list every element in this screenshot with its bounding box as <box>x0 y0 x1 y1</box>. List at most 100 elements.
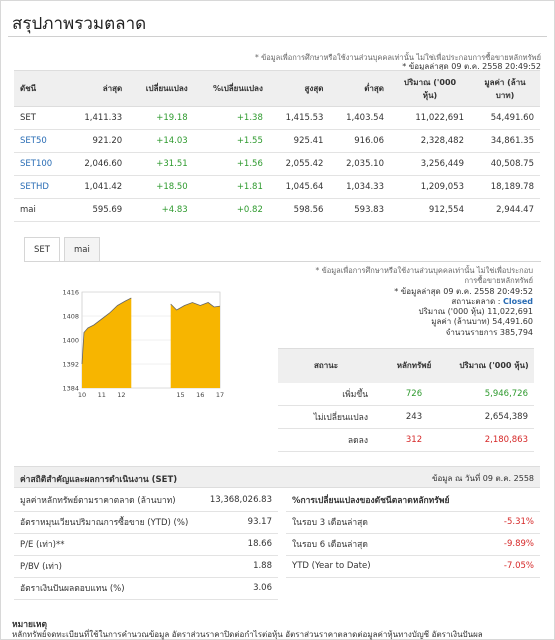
col-volume: ปริมาณ ('000 หุ้น) <box>390 70 470 107</box>
index-high: 598.56 <box>268 198 330 222</box>
index-name[interactable]: SET50 <box>14 129 68 153</box>
stats-date: ข้อมูล ณ วันที่ 09 ต.ค. 2558 <box>432 474 534 483</box>
stat-value: 18.66 <box>201 533 278 556</box>
stats-title: ค่าสถิติสำคัญและผลการดำเนินงาน (SET) <box>20 475 178 485</box>
stat-row: มูลค่าหลักทรัพย์ตามราคาตลาด (ล้านบาท) 13,… <box>14 489 278 512</box>
index-high: 925.41 <box>268 129 330 153</box>
index-change-title: %การเปลี่ยนแปลงของดัชนีตลาดหลักทรัพย์ <box>286 489 540 512</box>
y-tick-label: 1384 <box>62 385 79 393</box>
index-value: 54,491.60 <box>470 106 540 130</box>
breadth-count: 243 <box>374 405 454 429</box>
index-name[interactable]: SETHD <box>14 175 68 199</box>
col-last: ล่าสุด <box>67 70 129 107</box>
info-disclaimer-2: การซื้อขายหลักทรัพย์ <box>464 276 534 286</box>
index-volume: 912,554 <box>390 198 470 222</box>
index-row: SET 1,411.33 +19.18 +1.38 1,415.53 1,403.54 11… <box>14 106 540 130</box>
intraday-chart: 1416 1408 1400 1392 1384 10 11 12 15 16 17 <box>60 284 230 404</box>
index-volume: 1,209,053 <box>390 175 470 199</box>
title-divider <box>8 36 547 37</box>
stat-label: P/E (เท่า)** <box>14 533 202 556</box>
stat-row: อัตราหมุนเวียนปริมาณการซื้อขาย (YTD) (%)… <box>14 511 278 534</box>
index-pct-change: +1.56 <box>193 152 269 176</box>
y-tick-label: 1392 <box>62 361 79 369</box>
market-breadth-table: สถานะ หลักทรัพย์ ปริมาณ ('000 หุ้น) เพิ่… <box>278 348 534 452</box>
breadth-col-status: สถานะ <box>278 348 374 383</box>
key-stats-table: มูลค่าหลักทรัพย์ตามราคาตลาด (ล้านบาท) 13,… <box>14 489 278 600</box>
index-change-label: YTD (Year to Date) <box>286 555 460 578</box>
x-tick-label: 17 <box>216 391 224 399</box>
index-change: +19.18 <box>128 106 194 130</box>
index-change: +4.83 <box>128 198 194 222</box>
info-asof: * ข้อมูลล่าสุด 09 ต.ค. 2558 20:49:52 <box>394 286 533 296</box>
index-row[interactable]: SETHD 1,041.42 +18.50 +1.81 1,045.64 1,034.33… <box>14 175 540 199</box>
breadth-label: ลดลง <box>278 428 374 452</box>
stat-label: มูลค่าหลักทรัพย์ตามราคาตลาด (ล้านบาท) <box>14 489 202 512</box>
breadth-label: ไม่เปลี่ยนแปลง <box>278 405 374 429</box>
breadth-row: ไม่เปลี่ยนแปลง 243 2,654,389 <box>278 405 534 429</box>
index-change-title-row: %การเปลี่ยนแปลงของดัชนีตลาดหลักทรัพย์ <box>286 489 540 512</box>
index-table-header: ดัชนี ล่าสุด เปลี่ยนแปลง %เปลี่ยนแปลง สู… <box>14 70 540 107</box>
index-row[interactable]: SET100 2,046.60 +31.51 +1.56 2,055.42 2,035.1… <box>14 152 540 176</box>
col-low: ต่ำสุด <box>329 70 390 107</box>
index-change-table: %การเปลี่ยนแปลงของดัชนีตลาดหลักทรัพย์ ใน… <box>286 489 540 578</box>
tab-set[interactable]: SET <box>24 237 60 262</box>
stat-value: 1.88 <box>201 555 278 578</box>
index-name: SET <box>14 106 68 130</box>
index-value: 18,189.78 <box>470 175 540 199</box>
stat-value: 13,368,026.83 <box>201 489 278 512</box>
index-pct-change: +1.38 <box>193 106 269 130</box>
index-high: 1,415.53 <box>268 106 330 130</box>
x-tick-label: 12 <box>117 391 125 399</box>
index-change-value: -9.89% <box>459 533 540 556</box>
stat-label: อัตราเงินปันผลตอบแทน (%) <box>14 577 202 600</box>
x-tick-label: 11 <box>98 391 106 399</box>
y-tick-label: 1408 <box>62 313 79 321</box>
stats-header: ค่าสถิติสำคัญและผลการดำเนินงาน (SET) ข้อ… <box>14 466 540 488</box>
index-value: 2,944.47 <box>470 198 540 222</box>
breadth-header: สถานะ หลักทรัพย์ ปริมาณ ('000 หุ้น) <box>278 348 534 383</box>
index-change-row: ในรอบ 3 เดือนล่าสุด -5.31% <box>286 511 540 534</box>
index-volume: 11,022,691 <box>390 106 470 130</box>
stat-row: P/BV (เท่า) 1.88 <box>14 555 278 578</box>
tab-divider <box>24 261 541 262</box>
breadth-volume: 5,946,726 <box>454 382 534 406</box>
breadth-col-volume: ปริมาณ ('000 หุ้น) <box>454 348 534 383</box>
breadth-count: 726 <box>374 382 454 406</box>
stat-label: อัตราหมุนเวียนปริมาณการซื้อขาย (YTD) (%) <box>14 511 202 534</box>
index-row: mai 595.69 +4.83 +0.82 598.56 593.83 912,554 2,… <box>14 198 540 222</box>
col-change: เปลี่ยนแปลง <box>128 70 194 107</box>
breadth-count: 312 <box>374 428 454 452</box>
index-change-value: -7.05% <box>459 555 540 578</box>
breadth-col-count: หลักทรัพย์ <box>374 348 454 383</box>
index-low: 916.06 <box>329 129 390 153</box>
index-pct-change: +1.81 <box>193 175 269 199</box>
index-last: 2,046.60 <box>67 152 129 176</box>
index-table: ดัชนี ล่าสุด เปลี่ยนแปลง %เปลี่ยนแปลง สู… <box>14 70 540 222</box>
index-value: 34,861.35 <box>470 129 540 153</box>
index-change: +31.51 <box>128 152 194 176</box>
index-low: 1,034.33 <box>329 175 390 199</box>
index-last: 1,041.42 <box>67 175 129 199</box>
index-row[interactable]: SET50 921.20 +14.03 +1.55 925.41 916.06 2,328,… <box>14 129 540 153</box>
index-high: 2,055.42 <box>268 152 330 176</box>
index-change: +18.50 <box>128 175 194 199</box>
info-disclaimer-1: * ข้อมูลเพื่อการศึกษาหรือใช้งานส่วนบุคคล… <box>315 266 533 275</box>
stat-label: P/BV (เท่า) <box>14 555 202 578</box>
tab-mai[interactable]: mai <box>64 237 100 262</box>
index-change-label: ในรอบ 3 เดือนล่าสุด <box>286 511 460 534</box>
index-pct-change: +1.55 <box>193 129 269 153</box>
remark-text: หลักทรัพย์จดทะเบียนที่ใช้ในการคำนวณข้อมู… <box>12 630 483 639</box>
stat-row: P/E (เท่า)** 18.66 <box>14 533 278 556</box>
index-pct-change: +0.82 <box>193 198 269 222</box>
stat-row: อัตราเงินปันผลตอบแทน (%) 3.06 <box>14 577 278 600</box>
info-deals: จำนวนรายการ 385,794 <box>445 327 533 337</box>
breadth-row: ลดลง 312 2,180,863 <box>278 428 534 452</box>
market-status-label: สถานะตลาด : <box>451 296 501 306</box>
index-low: 593.83 <box>329 198 390 222</box>
col-index: ดัชนี <box>14 70 68 107</box>
index-value: 40,508.75 <box>470 152 540 176</box>
index-name[interactable]: SET100 <box>14 152 68 176</box>
index-high: 1,045.64 <box>268 175 330 199</box>
index-low: 1,403.54 <box>329 106 390 130</box>
index-volume: 3,256,449 <box>390 152 470 176</box>
